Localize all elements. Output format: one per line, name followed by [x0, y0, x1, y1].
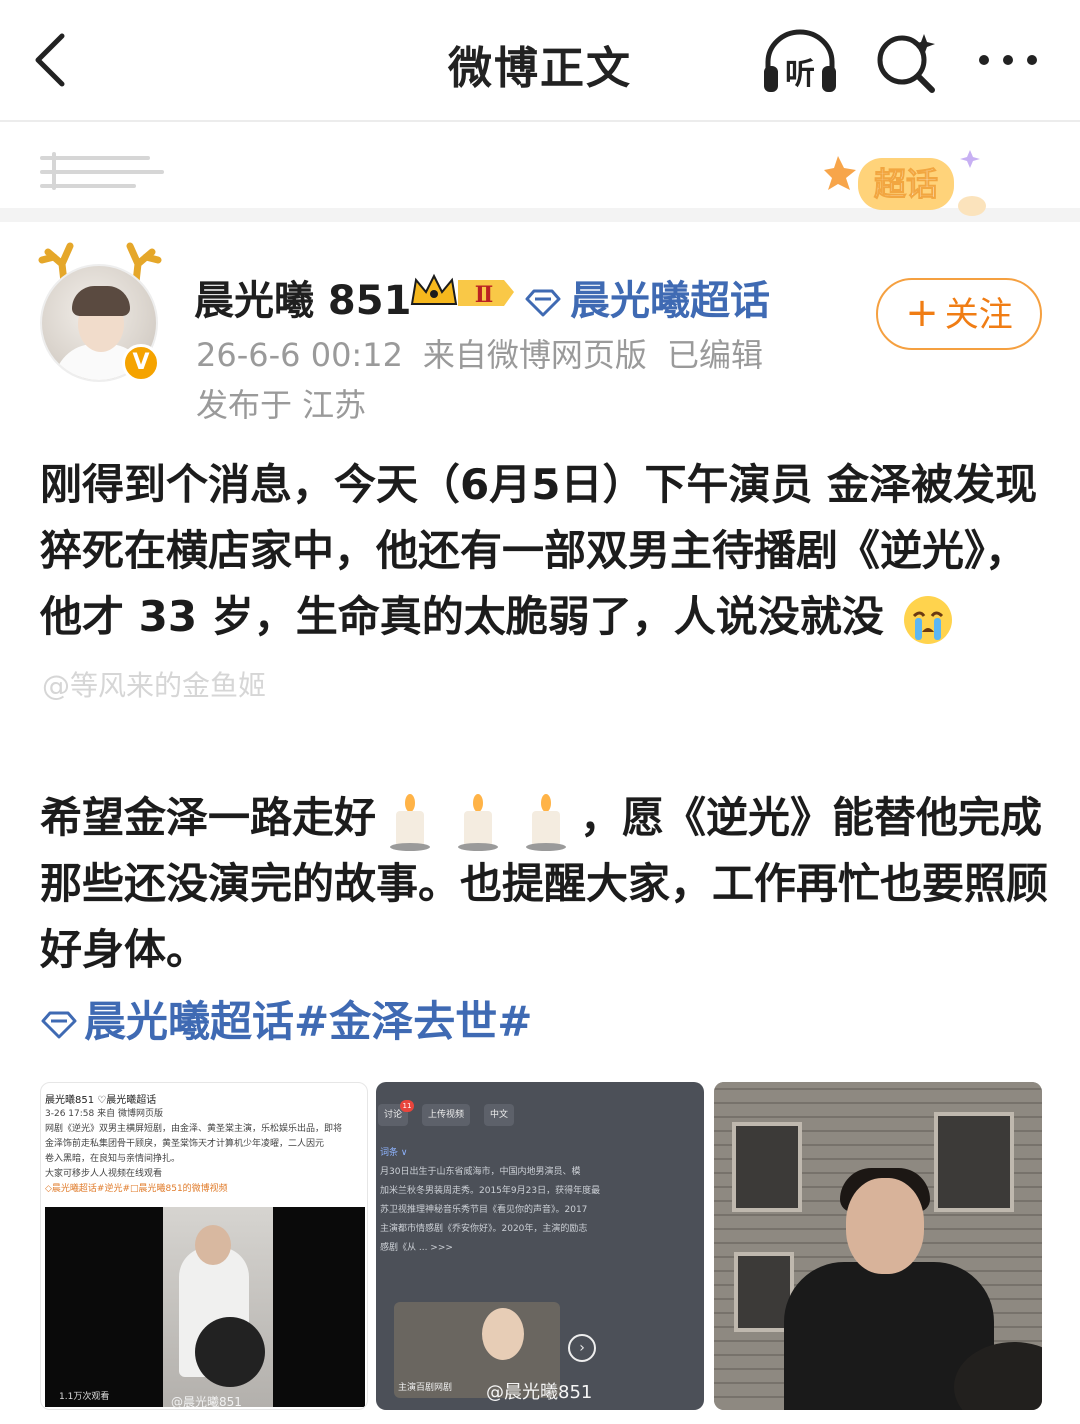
follow-button[interactable]: + 关注 [876, 278, 1042, 350]
image1-view-count: 1.1万次观看 [59, 1392, 110, 1402]
follow-button-label: 关注 [944, 295, 1013, 335]
user-avatar-container[interactable]: V [30, 238, 170, 388]
listen-label: 听 [785, 57, 815, 92]
more-options-icon[interactable] [972, 40, 1044, 80]
image2-watermark: @晨光曦851 [486, 1382, 593, 1403]
post-paragraph-2-text-a: 希望金泽一路走好 [40, 792, 377, 842]
blurred-text-placeholder [40, 152, 170, 192]
supertopic-link[interactable]: 晨光曦超话 [524, 268, 770, 326]
image1-video-frame: 1.1万次观看 [45, 1207, 365, 1407]
image1-header: 晨光曦851 ♡晨光曦超话 [45, 1095, 157, 1106]
plus-icon: + [905, 290, 939, 336]
post-source: 来自微博网页版 [422, 336, 647, 374]
post-image-1[interactable]: 晨光曦851 ♡晨光曦超话 3-26 17:58 来自 微博网页版 网剧《逆光》… [40, 1082, 368, 1410]
post-time: 26-6-6 00:12 [196, 336, 403, 374]
post-paragraph-1: 刚得到个消息，今天（6月5日）下午演员 金泽被发现猝死在横店家中，他还有一部双男… [40, 452, 1050, 719]
post-paragraph-1-text: 刚得到个消息，今天（6月5日）下午演员 金泽被发现猝死在横店家中，他还有一部双男… [40, 460, 1038, 641]
hashtag-text[interactable]: 晨光曦超话#金泽去世# [84, 997, 532, 1046]
post-image-2[interactable]: 讨论 11 上传视频 中文 词条 ∨ 月30日出生于山东省威海市，中国内地男演员… [376, 1082, 704, 1410]
diamond-icon [525, 289, 561, 317]
post-author-name[interactable]: 晨光曦 851 [194, 268, 411, 326]
image2-chip-upload: 上传视频 [422, 1104, 471, 1126]
image2-badge: 11 [400, 1100, 414, 1112]
image2-text: 词条 ∨ 月30日出生于山东省威海市，中国内地男演员、模 加米兰秋冬男装周走秀。… [380, 1148, 601, 1253]
post-location: 发布于 江苏 [196, 386, 367, 424]
post-body: 刚得到个消息，今天（6月5日）下午演员 金泽被发现猝死在横店家中，他还有一部双男… [40, 452, 1050, 983]
post-paragraph-2: 希望金泽一路走好 ，愿《逆光》能替他完成那些还没演完的故事。也提醒大家，工作再忙… [40, 785, 1050, 984]
level-badge-text: Ⅱ [475, 282, 494, 308]
image2-toolbar: 讨论 11 上传视频 中文 [376, 1100, 704, 1130]
supertopic-link-text: 晨光曦超话 [570, 278, 770, 324]
candle-icon [526, 794, 567, 851]
image2-caption: 主演百剧网剧 [398, 1383, 453, 1393]
supertopic-strip[interactable]: 超话 [0, 124, 1080, 222]
search-icon[interactable] [870, 26, 940, 96]
post-meta: 26-6-6 00:12 来自微博网页版 已编辑 [196, 330, 783, 376]
top-nav-bar: 微博正文 听 [0, 0, 1080, 122]
verified-v-badge-icon: V [122, 344, 160, 382]
candle-icon [390, 794, 431, 851]
image2-chip-lang: 中文 [484, 1104, 515, 1126]
chaohua-badge-icon[interactable]: 超话 [824, 142, 994, 222]
crown-level-badge-icon: Ⅱ [410, 273, 514, 308]
post-hashtags[interactable]: 晨光曦超话#金泽去世# [40, 988, 532, 1049]
headphones-listen-icon[interactable]: 听 [760, 26, 840, 96]
diamond-icon [41, 1011, 77, 1038]
image1-text: 3-26 17:58 来自 微博网页版 网剧《逆光》双男主横屏短剧，由金泽、黄圣… [45, 1109, 343, 1194]
crying-emoji-icon [904, 595, 953, 644]
candle-icon [458, 794, 499, 851]
chevron-right-icon: › [568, 1334, 596, 1362]
post-image-3[interactable] [714, 1082, 1042, 1410]
image1-watermark: @晨光曦851 [171, 1395, 242, 1409]
post-edited: 已编辑 [666, 336, 763, 374]
image-watermark: @等风来的金鱼姬 [42, 668, 267, 702]
chaohua-label: 超话 [874, 165, 938, 203]
